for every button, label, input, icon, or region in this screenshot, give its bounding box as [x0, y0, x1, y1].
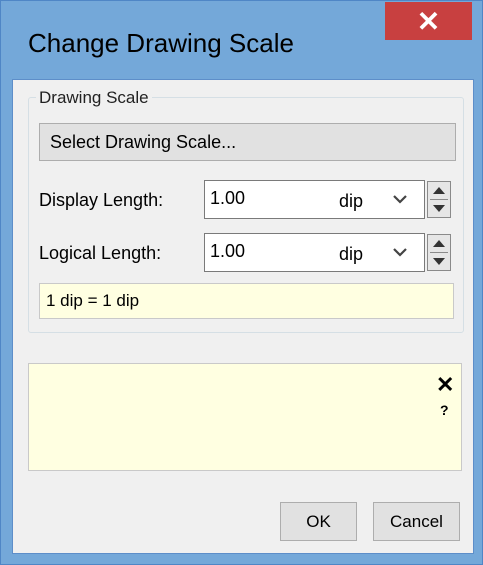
message-close-icon[interactable]: ✕ — [436, 372, 454, 398]
drawing-scale-group-label: Drawing Scale — [36, 88, 152, 108]
logical-length-label: Logical Length: — [39, 243, 162, 263]
arrow-down-icon[interactable] — [428, 200, 450, 217]
scale-equivalence-box: 1 dip = 1 dip — [39, 283, 454, 319]
dialog-title: Change Drawing Scale — [28, 28, 294, 58]
close-button[interactable]: ✕ — [385, 2, 472, 40]
arrow-up-icon[interactable] — [428, 182, 450, 199]
chevron-down-icon[interactable] — [392, 192, 408, 206]
arrow-down-icon[interactable] — [428, 253, 450, 270]
logical-length-spinner[interactable] — [427, 234, 451, 271]
select-drawing-scale-button[interactable]: Select Drawing Scale... — [39, 123, 456, 161]
logical-length-unit: dip — [339, 244, 364, 264]
display-length-spinner[interactable] — [427, 181, 451, 218]
arrow-up-icon[interactable] — [428, 235, 450, 252]
display-length-unit: dip — [339, 191, 364, 211]
chevron-down-icon[interactable] — [392, 245, 408, 259]
ok-button[interactable]: OK — [280, 502, 357, 541]
message-panel: ✕ ? — [28, 363, 462, 471]
logical-length-value[interactable]: 1.00 — [210, 241, 245, 262]
display-length-field[interactable]: 1.00 dip — [204, 180, 425, 219]
display-length-value[interactable]: 1.00 — [210, 188, 245, 209]
scale-equivalence-text: 1 dip = 1 dip — [46, 291, 140, 310]
help-icon[interactable]: ? — [440, 402, 449, 418]
change-drawing-scale-dialog: Change Drawing Scale ✕ Drawing Scale Sel… — [0, 0, 483, 565]
title-bar[interactable]: Change Drawing Scale ✕ — [1, 1, 482, 81]
cancel-button[interactable]: Cancel — [373, 502, 460, 541]
dialog-body: Drawing Scale Select Drawing Scale... Di… — [12, 79, 474, 554]
logical-length-field[interactable]: 1.00 dip — [204, 233, 425, 272]
display-length-label: Display Length: — [39, 190, 164, 210]
